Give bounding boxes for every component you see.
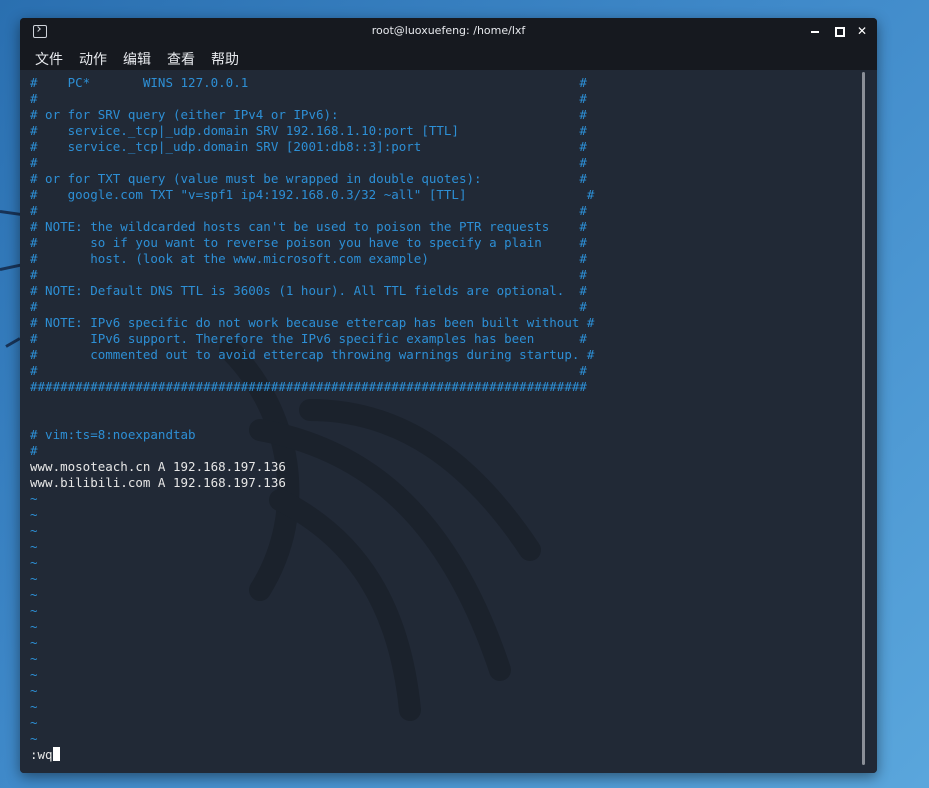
empty-line-tilde: ~ bbox=[30, 715, 38, 730]
menu-file[interactable]: 文件 bbox=[35, 49, 63, 69]
buffer-line: www.mosoteach.cn A 192.168.197.136 bbox=[30, 459, 286, 474]
menu-help[interactable]: 帮助 bbox=[211, 49, 239, 69]
scrollbar[interactable] bbox=[862, 72, 865, 765]
buffer-line: # or for TXT query (value must be wrappe… bbox=[30, 171, 587, 186]
empty-line-tilde: ~ bbox=[30, 555, 38, 570]
empty-line-tilde: ~ bbox=[30, 683, 38, 698]
buffer-line: # so if you want to reverse poison you h… bbox=[30, 235, 587, 250]
buffer-line: # service._tcp|_udp.domain SRV 192.168.1… bbox=[30, 123, 587, 138]
buffer-line: # NOTE: Default DNS TTL is 3600s (1 hour… bbox=[30, 283, 587, 298]
buffer-line: # # bbox=[30, 91, 587, 106]
wallpaper-stroke bbox=[0, 210, 22, 217]
empty-line-tilde: ~ bbox=[30, 507, 38, 522]
vim-buffer[interactable]: # PC* WINS 127.0.0.1 # # # # or for SRV qu… bbox=[30, 75, 594, 763]
empty-line-tilde: ~ bbox=[30, 619, 38, 634]
buffer-line: # commented out to avoid ettercap throwi… bbox=[30, 347, 595, 362]
buffer-line: # vim:ts=8:noexpandtab bbox=[30, 427, 196, 442]
empty-line-tilde: ~ bbox=[30, 539, 38, 554]
terminal-content[interactable]: # PC* WINS 127.0.0.1 # # # # or for SRV qu… bbox=[20, 70, 877, 773]
buffer-line: # NOTE: IPv6 specific do not work becaus… bbox=[30, 315, 595, 330]
buffer-line: # NOTE: the wildcarded hosts can't be us… bbox=[30, 219, 587, 234]
menu-view[interactable]: 查看 bbox=[167, 49, 195, 69]
buffer-line: www.bilibili.com A 192.168.197.136 bbox=[30, 475, 286, 490]
buffer-line: # # bbox=[30, 155, 587, 170]
command-line[interactable]: :wq bbox=[30, 747, 594, 763]
menu-edit[interactable]: 编辑 bbox=[123, 49, 151, 69]
empty-line-tilde: ~ bbox=[30, 667, 38, 682]
empty-line-tilde: ~ bbox=[30, 587, 38, 602]
terminal-window: root@luoxuefeng: /home/lxf ✕ 文件 动作 编辑 查看… bbox=[20, 18, 877, 773]
empty-line-tilde: ~ bbox=[30, 571, 38, 586]
buffer-line: # # bbox=[30, 267, 587, 282]
command-text: :wq bbox=[30, 747, 53, 762]
title-bar[interactable]: root@luoxuefeng: /home/lxf ✕ bbox=[20, 18, 877, 45]
buffer-line bbox=[30, 411, 594, 427]
empty-line-tilde: ~ bbox=[30, 491, 38, 506]
buffer-line: # or for SRV query (either IPv4 or IPv6)… bbox=[30, 107, 587, 122]
buffer-line: # IPv6 support. Therefore the IPv6 speci… bbox=[30, 331, 587, 346]
buffer-line: # # bbox=[30, 299, 587, 314]
buffer-line: # # bbox=[30, 363, 587, 378]
buffer-line: # service._tcp|_udp.domain SRV [2001:db8… bbox=[30, 139, 587, 154]
maximize-button[interactable] bbox=[832, 24, 846, 38]
buffer-line: # google.com TXT "v=spf1 ip4:192.168.0.3… bbox=[30, 187, 595, 202]
empty-line-tilde: ~ bbox=[30, 523, 38, 538]
menu-bar: 文件 动作 编辑 查看 帮助 bbox=[20, 45, 877, 70]
wallpaper-stroke bbox=[0, 263, 22, 271]
close-button[interactable]: ✕ bbox=[855, 24, 869, 38]
minimize-button[interactable] bbox=[808, 24, 822, 38]
empty-line-tilde: ~ bbox=[30, 603, 38, 618]
window-title: root@luoxuefeng: /home/lxf bbox=[371, 24, 526, 37]
buffer-line: # # bbox=[30, 203, 587, 218]
menu-actions[interactable]: 动作 bbox=[79, 49, 107, 69]
text-cursor bbox=[52, 747, 60, 761]
buffer-line: ########################################… bbox=[30, 379, 587, 394]
buffer-line: # host. (look at the www.microsoft.com e… bbox=[30, 251, 587, 266]
wallpaper-stroke bbox=[5, 337, 21, 348]
empty-line-tilde: ~ bbox=[30, 635, 38, 650]
buffer-line: # PC* WINS 127.0.0.1 # bbox=[30, 75, 587, 90]
buffer-line: # bbox=[30, 443, 38, 458]
buffer-line bbox=[30, 395, 594, 411]
empty-line-tilde: ~ bbox=[30, 651, 38, 666]
empty-line-tilde: ~ bbox=[30, 699, 38, 714]
empty-line-tilde: ~ bbox=[30, 731, 38, 746]
